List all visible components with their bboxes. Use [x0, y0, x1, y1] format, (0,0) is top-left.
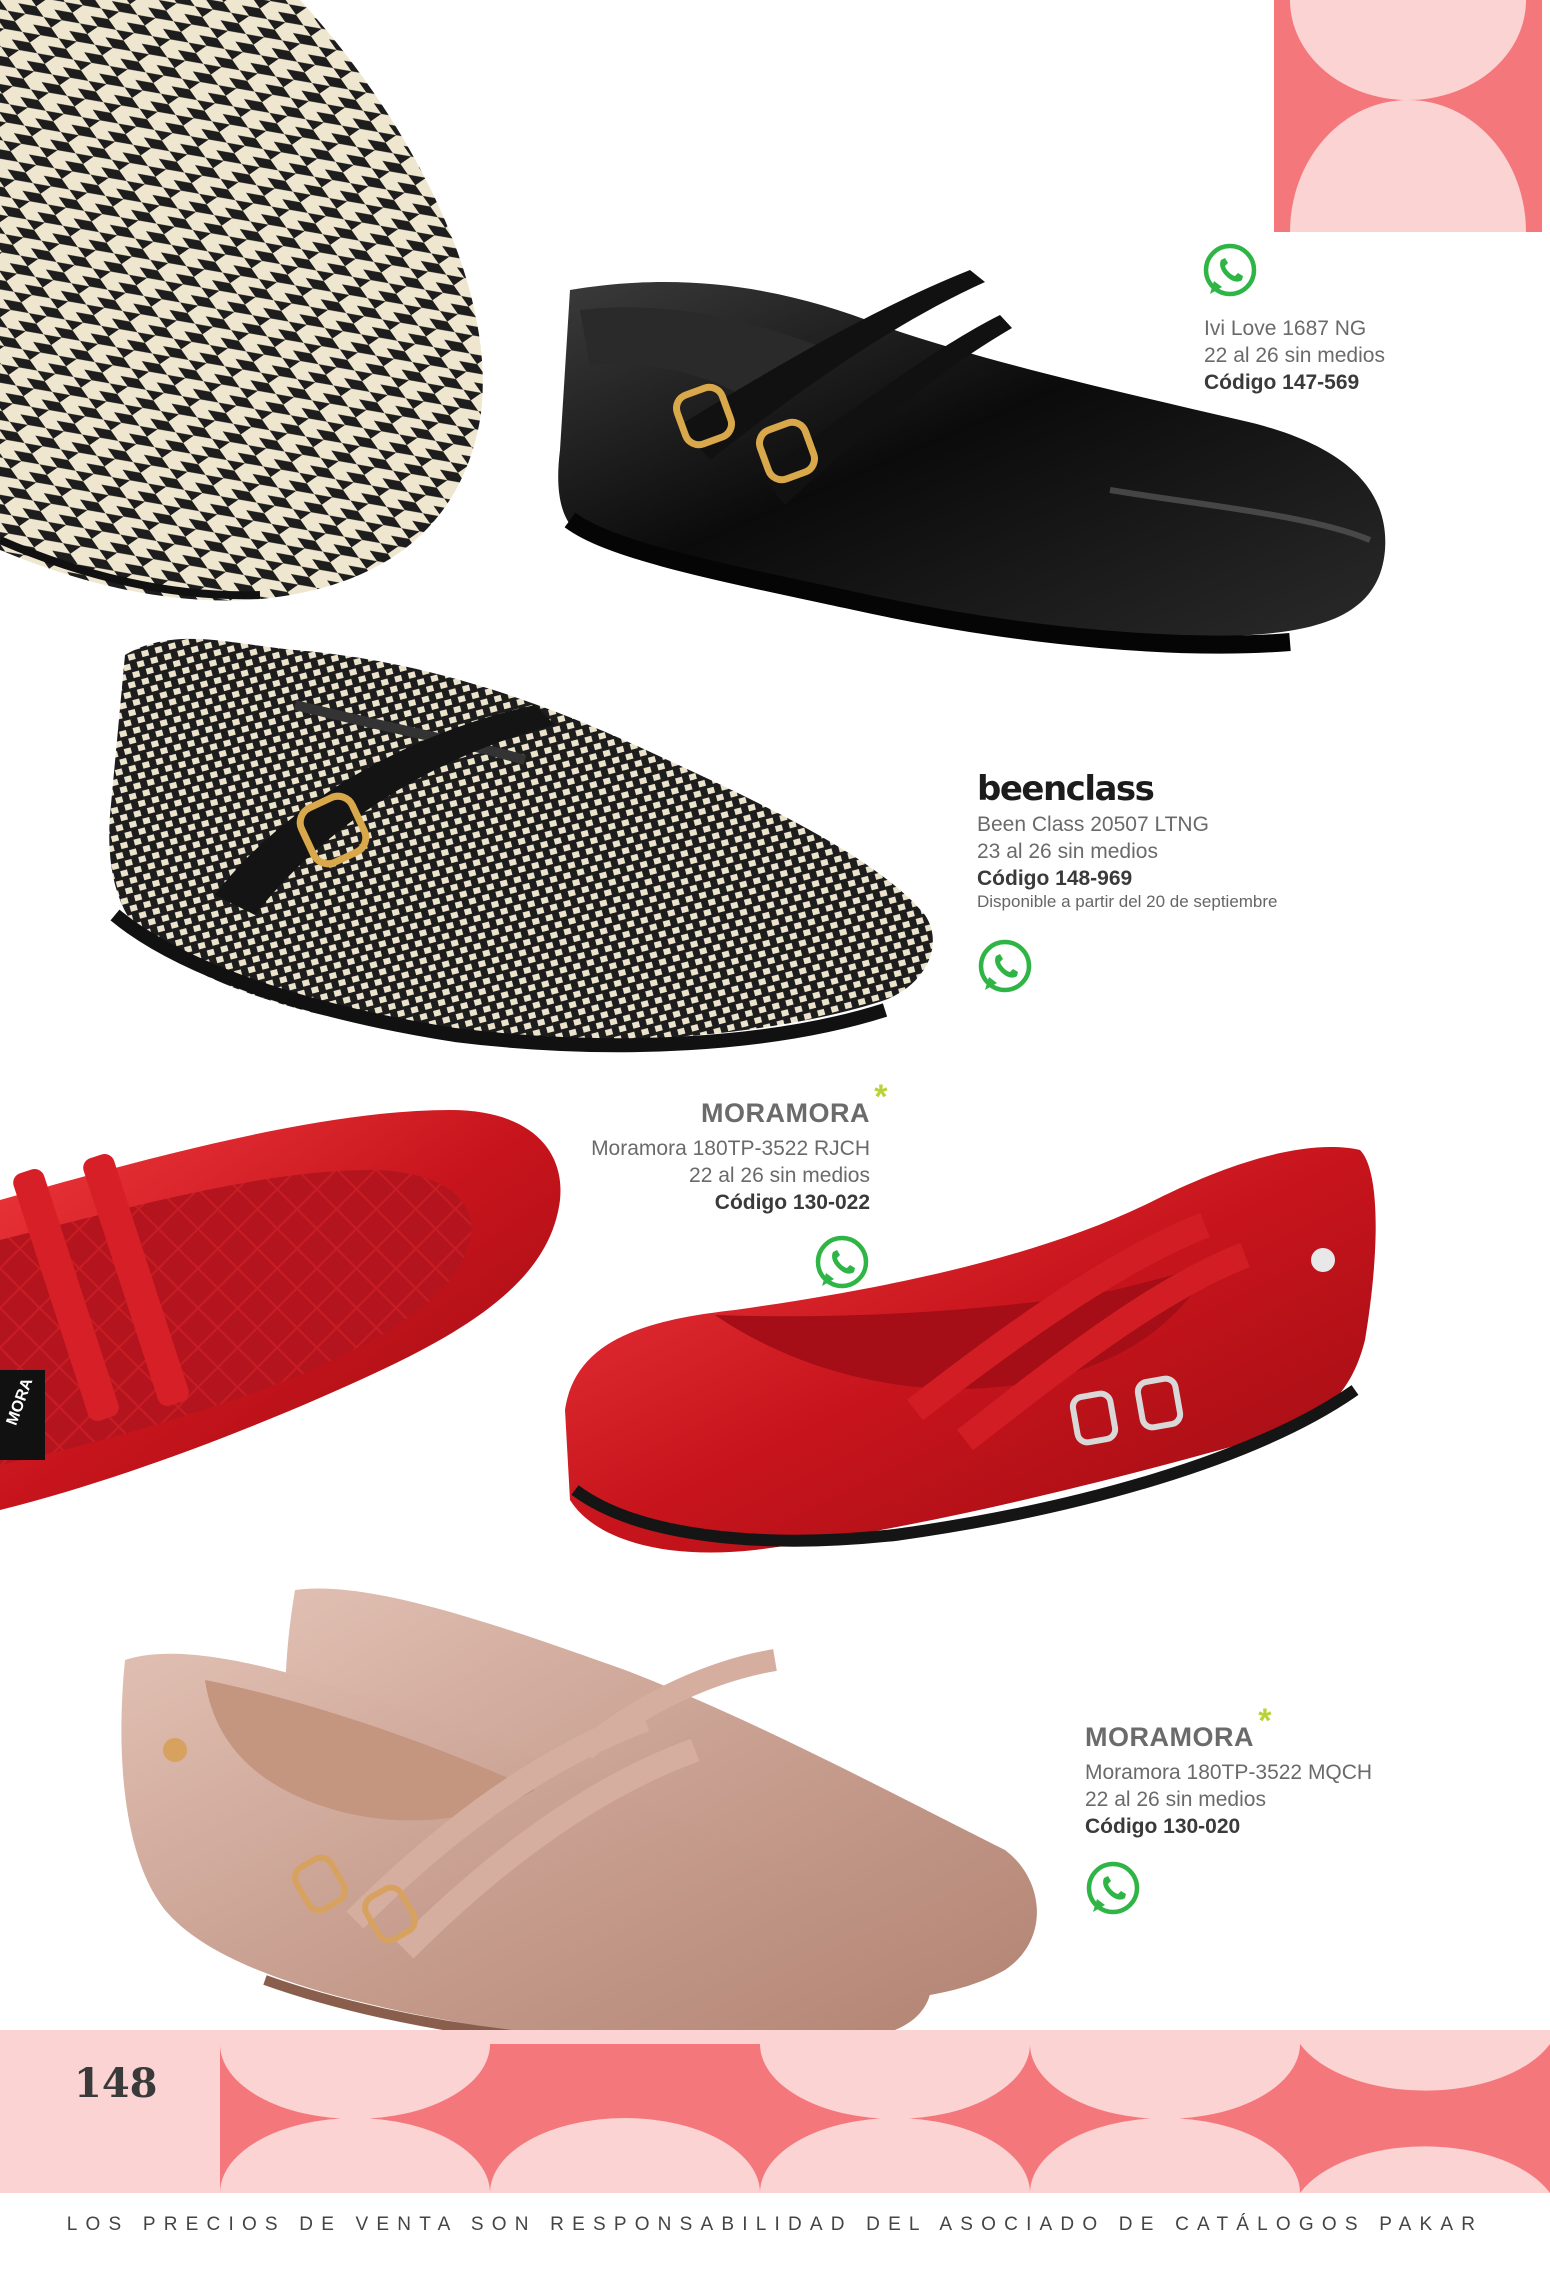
page-number: 148: [74, 2060, 158, 2107]
product-name: Moramora 180TP-3522 RJCH: [591, 1137, 870, 1160]
product-sizes: 22 al 26 sin medios: [1085, 1788, 1266, 1811]
brand-star-icon: *: [1258, 1702, 1272, 1740]
availability-note: Disponible a partir del 20 de septiembre: [977, 892, 1278, 911]
footer-disclaimer: LOS PRECIOS DE VENTA SON RESPONSABILIDAD…: [66, 2214, 1484, 2235]
black-patent-shoe-image: [558, 270, 1386, 654]
product-moramora-rjch: MORAMORA * Moramora 180TP-3522 RJCH 22 al…: [520, 1080, 887, 1216]
product-sizes: 23 al 26 sin medios: [977, 840, 1158, 863]
brand-name: MORAMORA: [1085, 1722, 1254, 1752]
product-code: Código 147-569: [1204, 371, 1360, 394]
brand-logo-moramora: MORAMORA *: [701, 1080, 887, 1128]
product-moramora-mqch: MORAMORA * Moramora 180TP-3522 MQCH 22 al…: [1085, 1704, 1373, 1840]
whatsapp-icon[interactable]: [1085, 1860, 1141, 1916]
decorative-pattern-bottom: [0, 2030, 1550, 2193]
whatsapp-icon[interactable]: [814, 1234, 870, 1290]
brand-logo-moramora: MORAMORA *: [1085, 1704, 1271, 1752]
whatsapp-icon[interactable]: [977, 938, 1033, 994]
product-code: Código 130-020: [1085, 1815, 1241, 1838]
brand-name: MORAMORA: [701, 1098, 870, 1128]
product-code: Código 148-969: [977, 867, 1133, 890]
product-sizes: 22 al 26 sin medios: [1204, 344, 1385, 367]
whatsapp-icon[interactable]: [1202, 242, 1258, 298]
brand-logo-beenclass: beenclass: [977, 769, 1155, 809]
product-code: Código 130-022: [714, 1191, 870, 1214]
product-name: Ivi Love 1687 NG: [1204, 317, 1367, 340]
nude-patent-shoes-image: [121, 1588, 1037, 2051]
woven-strap-shoe-image: [109, 638, 933, 1053]
houndstooth-shoe-image: [0, 0, 483, 601]
decorative-pattern-top: [1274, 0, 1542, 232]
red-inner-shoe-image: MORA: [0, 1110, 561, 1510]
product-ivi-love: Ivi Love 1687 NG 22 al 26 sin medios Cód…: [1204, 315, 1385, 396]
product-name: Been Class 20507 LTNG: [977, 813, 1209, 836]
product-sizes: 22 al 26 sin medios: [689, 1164, 870, 1187]
product-been-class: beenclass Been Class 20507 LTNG 23 al 26…: [977, 769, 1278, 912]
brand-star-icon: *: [874, 1078, 888, 1116]
product-name: Moramora 180TP-3522 MQCH: [1085, 1761, 1373, 1784]
